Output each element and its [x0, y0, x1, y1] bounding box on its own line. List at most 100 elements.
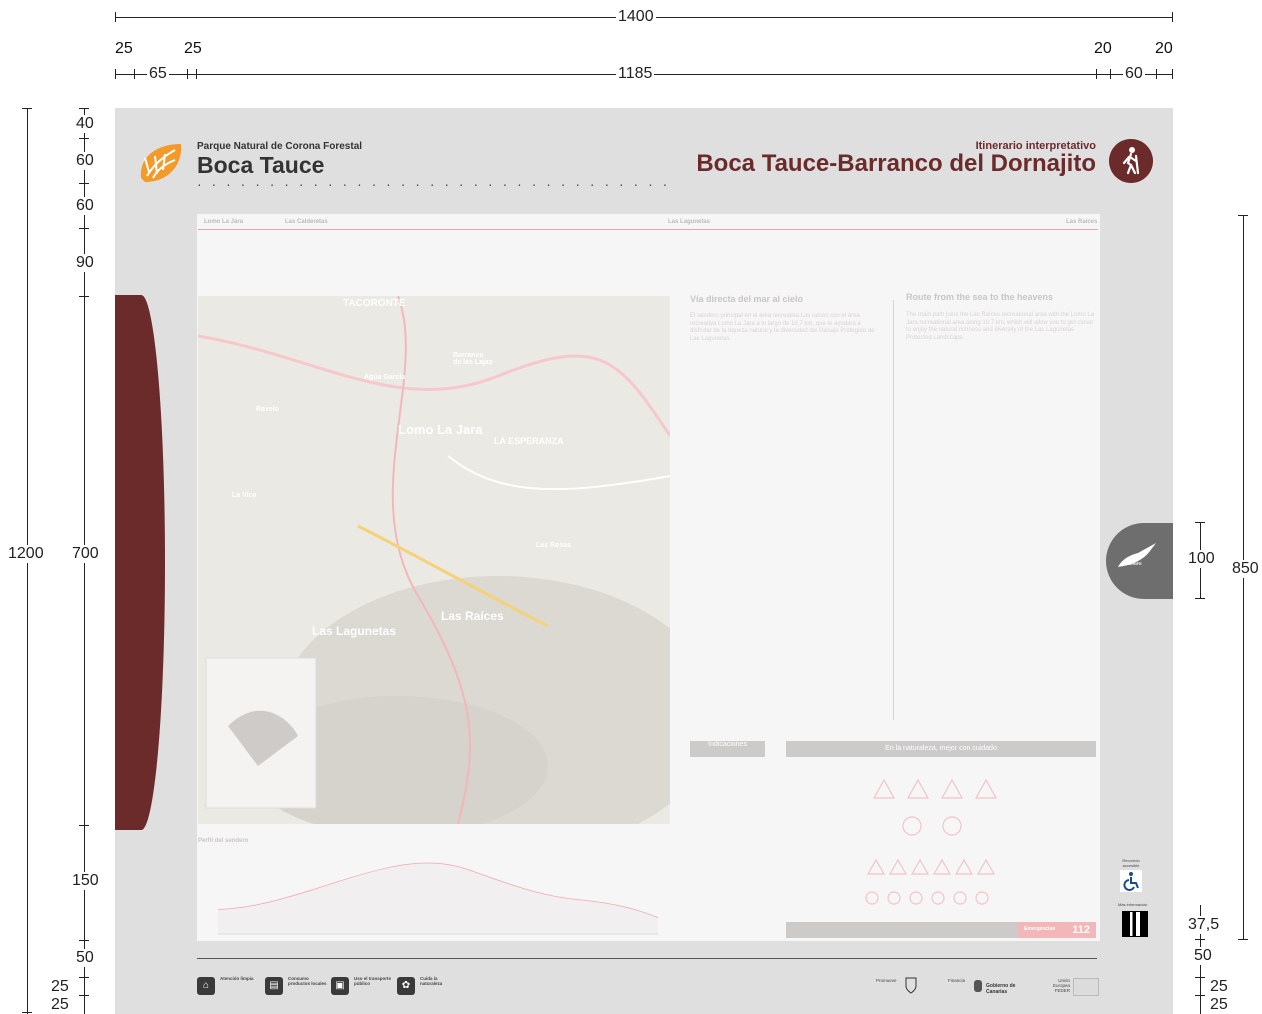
map-label: Las Lagunetas — [312, 624, 397, 638]
hiker-icon — [1109, 139, 1153, 183]
dim-tick — [1195, 995, 1205, 996]
nature-icon: ✿ — [397, 977, 415, 995]
dim-tick — [22, 108, 32, 109]
footer-divider — [197, 958, 1097, 959]
tenerife-tab: TENERIFE — [1106, 523, 1173, 599]
dim-top-total: 1400 — [616, 8, 656, 26]
tenerife-label: TENERIFE — [1122, 561, 1142, 566]
dim-tick — [79, 183, 89, 184]
dotted-line: · · · · · · · · · · · · · · · · · · · · … — [197, 176, 671, 192]
emergency-box: Emergencias 112 — [1018, 922, 1096, 938]
column-separator — [893, 300, 894, 720]
dim-left-60b: 60 — [74, 197, 96, 215]
dim-tick — [79, 228, 89, 229]
park-leaf-logo — [140, 144, 182, 182]
dim-tick — [79, 108, 89, 109]
dim-tick — [79, 995, 89, 996]
indications-bar: Indicaciones — [690, 741, 765, 757]
promotes-label: Promueve — [876, 978, 897, 983]
dim-tick — [79, 977, 89, 978]
en-column-title: Route from the sea to the heavens — [906, 292, 1054, 302]
dim-left-total: 1200 — [6, 545, 46, 563]
dim-tick — [1238, 939, 1248, 940]
route-bar-line — [198, 229, 1098, 230]
dim-tick — [79, 825, 89, 826]
dim-tick — [1195, 977, 1205, 978]
dim-right-50: 50 — [1192, 947, 1214, 965]
dim-top-right-a: 20 — [1094, 40, 1112, 57]
dim-top-left-c: 25 — [184, 40, 202, 57]
finances-label: Financia — [948, 978, 966, 983]
dim-tick — [79, 940, 89, 941]
dim-tick — [1172, 12, 1173, 22]
map-label: Lomo La Jara — [398, 422, 483, 437]
dim-tick — [1096, 69, 1097, 79]
map-label: Las Raíces — [441, 609, 504, 623]
dim-tick — [1156, 69, 1157, 79]
dim-tick — [1110, 69, 1111, 79]
dim-tick — [1195, 598, 1205, 599]
dim-left-inner: 700 — [70, 545, 101, 563]
eu-flag-icon — [1073, 978, 1099, 996]
dim-top-left-b: 65 — [147, 65, 169, 83]
map-label: Las Rosas — [536, 542, 572, 549]
indications-label: Indicaciones — [708, 741, 747, 748]
map-label: LA ESPERANZA — [494, 436, 564, 446]
park-title: Boca Tauce — [197, 152, 325, 178]
dim-tick — [134, 69, 135, 79]
gobierno-crest-icon — [974, 980, 982, 992]
accessible-label: Recorrido accesible — [1122, 858, 1140, 868]
dim-left-25a: 25 — [49, 978, 71, 996]
nature-banner-text: En la naturaleza, mejor con cuidado — [885, 745, 997, 752]
dim-tick — [22, 1012, 32, 1013]
eu-label: Unión Europea FEDER — [1052, 978, 1070, 993]
footer-icon-label: Uso el transporte público — [354, 976, 392, 986]
footer-icon-label: Atención limpia — [220, 976, 254, 981]
dim-left-40: 40 — [74, 115, 96, 133]
route-stop: Las Lagunetas — [668, 219, 711, 225]
dim-tick — [196, 69, 197, 79]
elevation-profile — [217, 862, 659, 935]
dim-right-100: 100 — [1186, 550, 1217, 568]
dim-right-37-5: 37,5 — [1186, 916, 1222, 934]
dim-right-850: 850 — [1230, 560, 1261, 578]
basket-icon: ▤ — [265, 977, 283, 995]
route-stop: Lomo La Jara — [204, 219, 244, 225]
en-column-text: The main path joins the Las Raíces recre… — [906, 312, 1095, 341]
es-column-text: El sendero principal en el área recreati… — [690, 313, 875, 342]
cabildo-shield-icon — [905, 977, 917, 994]
dim-left-25b: 25 — [49, 996, 71, 1014]
dim-left-60a: 60 — [74, 152, 96, 170]
footer-icon-label: Consumo productos locales — [288, 976, 327, 986]
nature-banner: En la naturaleza, mejor con cuidado — [786, 741, 1096, 757]
dim-tick — [1172, 69, 1173, 79]
qr-code[interactable] — [1122, 911, 1148, 937]
dim-tick — [1238, 215, 1248, 216]
bus-icon: ▣ — [331, 977, 349, 995]
route-title: Boca Tauce-Barranco del Dornajito — [696, 150, 1096, 177]
park-subtitle: Parque Natural de Corona Forestal — [197, 141, 363, 152]
dim-top-right-c: 60 — [1123, 65, 1145, 83]
footer-icon-label: Cuida la naturaleza — [420, 976, 443, 986]
dim-tick — [115, 12, 116, 22]
es-column-title: Vía directa del mar al cielo — [690, 294, 804, 304]
map-label: TACORONTE — [343, 298, 406, 309]
dim-tick — [1195, 522, 1205, 523]
dim-tick — [1195, 939, 1205, 940]
dim-tick — [79, 138, 89, 139]
accessible-route: Recorrido accesible — [1116, 858, 1146, 892]
gobierno-label: Gobierno de Canarias — [986, 983, 1016, 995]
side-band — [115, 295, 165, 830]
dim-top-inner: 1185 — [616, 65, 655, 83]
dim-top-right-b: 20 — [1155, 40, 1173, 57]
map-label: La Vica — [232, 492, 257, 499]
warning-signs — [865, 778, 998, 905]
dim-left-50: 50 — [74, 949, 96, 967]
more-info-label: Más información — [1118, 902, 1148, 907]
map-terrain — [198, 296, 670, 824]
dim-left-150: 150 — [70, 872, 101, 890]
map-label: Agua García — [364, 374, 406, 381]
dim-right-25a: 25 — [1208, 978, 1230, 996]
dim-tick — [79, 296, 89, 297]
citizen-phone-bar — [786, 922, 1018, 938]
